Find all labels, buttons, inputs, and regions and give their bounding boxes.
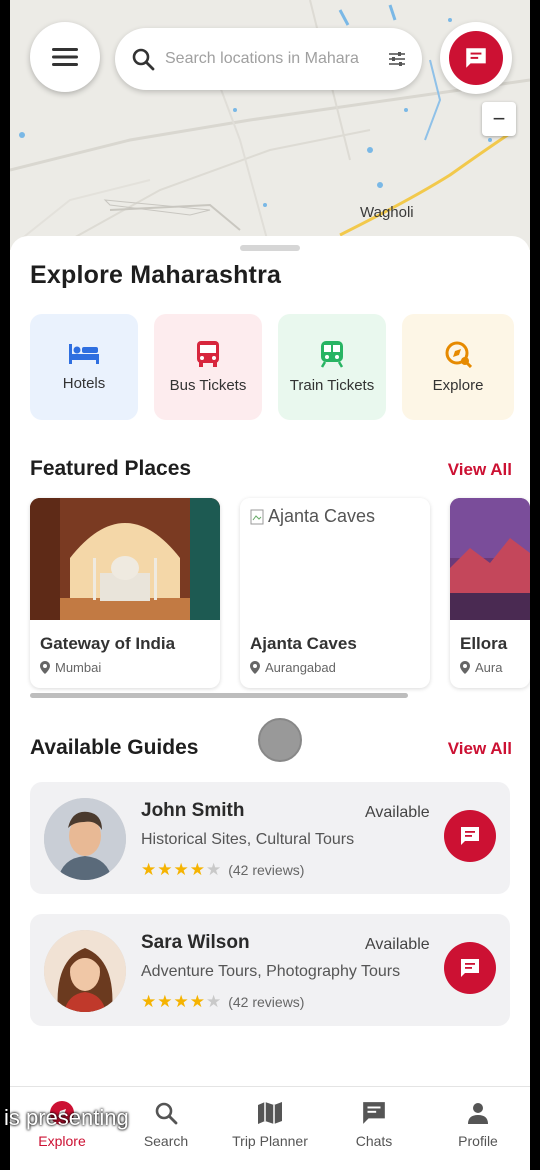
place-location-text: Mumbai xyxy=(55,660,102,675)
nav-label: Trip Planner xyxy=(232,1133,308,1149)
place-image xyxy=(30,498,220,620)
guide-status: Available xyxy=(365,936,430,953)
nav-label: Profile xyxy=(458,1133,498,1149)
place-location: Aurangabad xyxy=(250,660,336,675)
place-location-text: Aura xyxy=(475,660,503,675)
nav-label: Search xyxy=(143,1133,189,1149)
place-name: Ellora xyxy=(460,634,508,653)
map-icon xyxy=(258,1102,282,1124)
chat-icon xyxy=(363,1102,385,1124)
location-pin-icon xyxy=(250,661,260,674)
location-pin-icon xyxy=(40,661,50,674)
guide-name: John Smith xyxy=(141,800,245,821)
category-label: Bus Tickets xyxy=(169,376,247,394)
broken-image-icon xyxy=(250,509,264,524)
search-bar[interactable] xyxy=(115,28,422,90)
place-location: Mumbai xyxy=(40,660,101,675)
chat-icon xyxy=(461,827,479,845)
place-location: Aura xyxy=(460,660,502,675)
touch-indicator xyxy=(258,718,302,762)
person-icon xyxy=(468,1103,488,1124)
filter-icon[interactable] xyxy=(388,50,406,68)
featured-view-all-link[interactable]: View All xyxy=(448,460,512,480)
category-explore[interactable]: Explore xyxy=(402,314,514,420)
sheet-drag-handle[interactable] xyxy=(240,245,300,251)
guides-view-all-link[interactable]: View All xyxy=(448,739,512,759)
place-image xyxy=(450,498,530,620)
guide-card[interactable]: Sara Wilson Available Adventure Tours, P… xyxy=(30,914,510,1026)
place-location-text: Aurangabad xyxy=(265,660,336,675)
app-screen: Wagholi − xyxy=(10,0,530,1170)
page-title: Explore Maharashtra xyxy=(30,261,282,289)
avatar xyxy=(44,930,126,1012)
search-icon xyxy=(155,1102,178,1125)
guide-card[interactable]: John Smith Available Historical Sites, C… xyxy=(30,782,510,894)
bus-icon xyxy=(197,340,219,367)
chat-icon xyxy=(461,959,479,977)
category-label: Hotels xyxy=(62,374,106,392)
guide-reviews: (42 reviews) xyxy=(228,994,305,1010)
chat-fab-button[interactable] xyxy=(440,22,512,94)
guide-name: Sara Wilson xyxy=(141,932,250,953)
guide-rating: ★★★★★ (42 reviews) xyxy=(141,860,304,880)
map-place-label: Wagholi xyxy=(360,204,414,221)
guide-specialty: Adventure Tours, Photography Tours xyxy=(141,963,401,980)
train-icon xyxy=(320,340,344,368)
nav-item-trip-planner[interactable]: Trip Planner xyxy=(218,1087,322,1170)
guide-chat-button[interactable] xyxy=(444,942,496,994)
guide-reviews: (42 reviews) xyxy=(228,862,305,878)
nav-label: Chats xyxy=(355,1133,393,1149)
category-hotels[interactable]: Hotels xyxy=(30,314,138,420)
location-pin-icon xyxy=(460,661,470,674)
guide-chat-button[interactable] xyxy=(444,810,496,862)
chat-icon xyxy=(466,48,486,68)
search-input[interactable] xyxy=(165,50,388,68)
category-train-tickets[interactable]: Train Tickets xyxy=(278,314,386,420)
category-label: Train Tickets xyxy=(289,376,375,394)
bed-icon xyxy=(69,343,99,364)
place-name: Ajanta Caves xyxy=(250,634,357,653)
zoom-out-button[interactable]: − xyxy=(482,102,516,136)
menu-button[interactable] xyxy=(30,22,100,92)
available-guides-heading: Available Guides xyxy=(30,736,199,759)
place-card[interactable]: Ellora Aura xyxy=(450,498,530,688)
search-icon xyxy=(132,48,155,71)
place-name: Gateway of India xyxy=(40,634,176,653)
horizontal-scrollbar[interactable] xyxy=(30,693,408,698)
video-caption: is presenting xyxy=(4,1105,129,1130)
nav-item-chats[interactable]: Chats xyxy=(322,1087,426,1170)
guide-status: Available xyxy=(365,804,430,821)
featured-places-heading: Featured Places xyxy=(30,457,192,480)
nav-item-search[interactable]: Search xyxy=(114,1087,218,1170)
star-rating-icon: ★★★★★ xyxy=(141,860,223,879)
nav-item-profile[interactable]: Profile xyxy=(426,1087,530,1170)
explore-icon xyxy=(445,341,472,368)
category-bus-tickets[interactable]: Bus Tickets xyxy=(154,314,262,420)
place-card[interactable]: Gateway of India Mumbai xyxy=(30,498,220,688)
guide-rating: ★★★★★ (42 reviews) xyxy=(141,992,304,1012)
category-label: Explore xyxy=(432,376,484,394)
avatar xyxy=(44,798,126,880)
broken-image-alt-text: Ajanta Caves xyxy=(268,506,376,526)
star-rating-icon: ★★★★★ xyxy=(141,992,223,1011)
broken-image-alt: Ajanta Caves xyxy=(250,506,375,527)
bottom-sheet: Explore Maharashtra Hotels Bus Tickets T… xyxy=(10,236,530,1086)
guide-specialty: Historical Sites, Cultural Tours xyxy=(141,831,355,848)
nav-label: Explore xyxy=(38,1133,86,1149)
hamburger-icon xyxy=(52,48,78,66)
